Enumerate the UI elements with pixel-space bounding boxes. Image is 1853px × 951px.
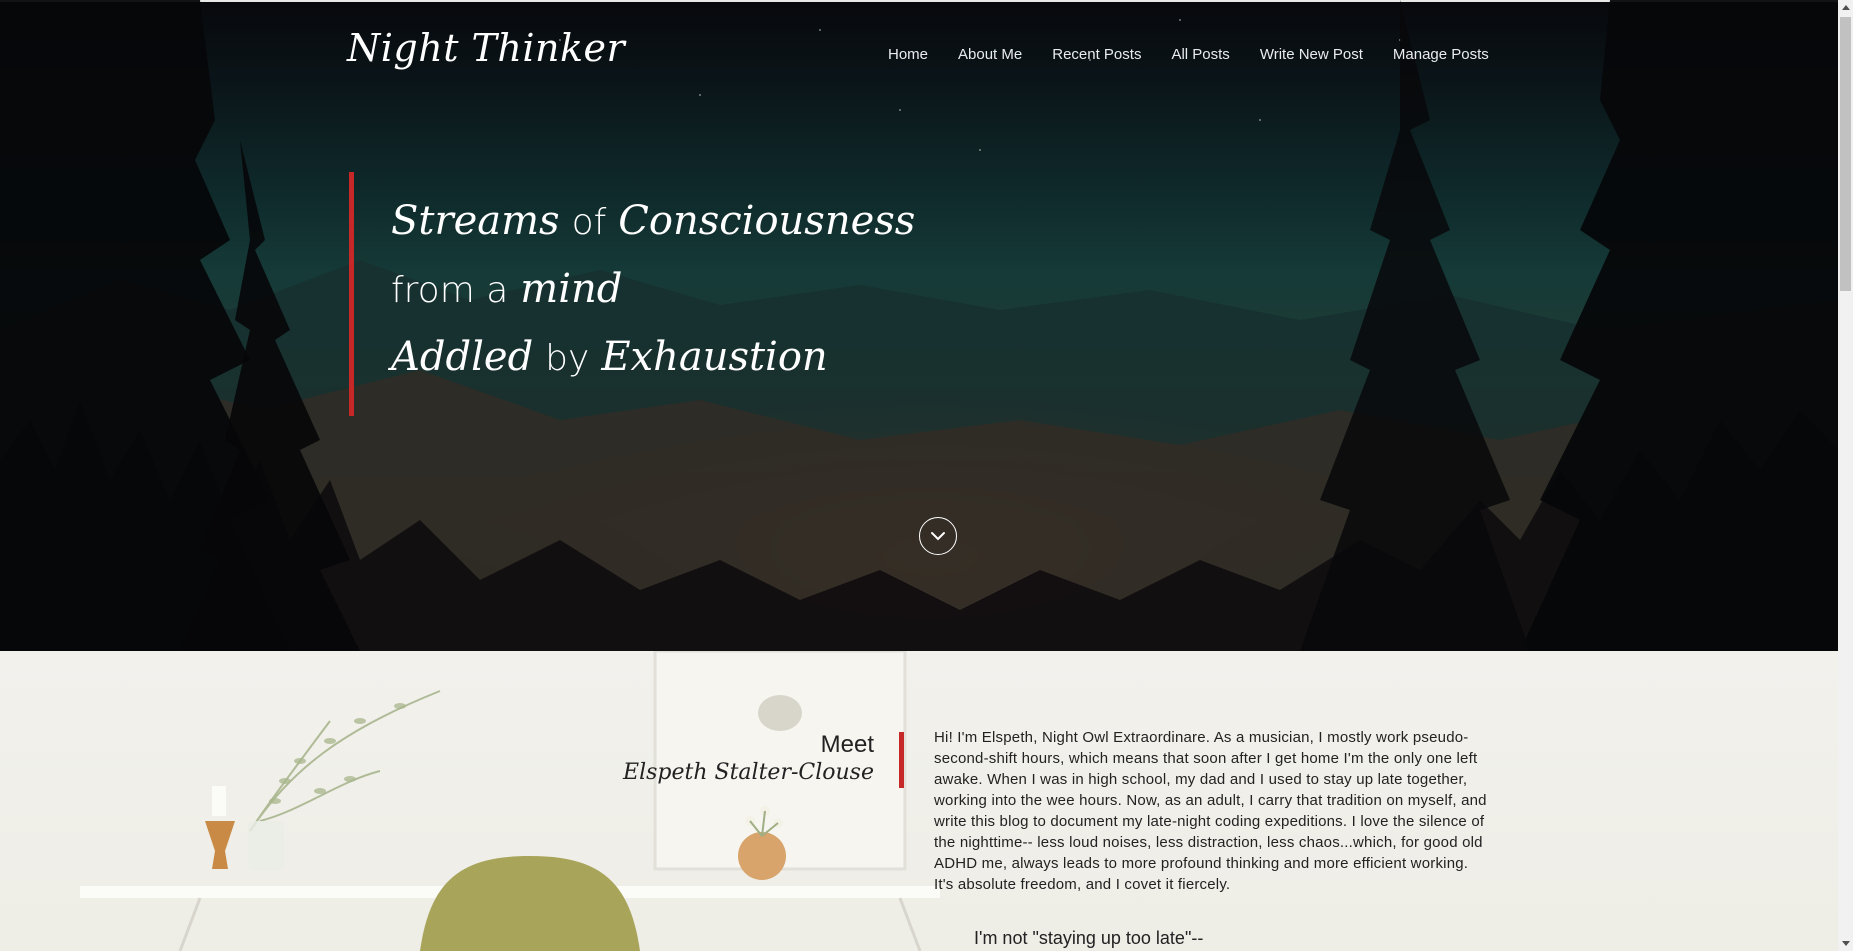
scrollbar-thumb[interactable] — [1840, 17, 1851, 291]
nav-all-posts[interactable]: All Posts — [1171, 46, 1229, 63]
nav-manage-posts[interactable]: Manage Posts — [1393, 46, 1489, 63]
tagline-word: Exhaustion — [601, 334, 828, 380]
hero-tagline: Streams of Consciousness from a mind Add… — [391, 198, 915, 402]
page-scrollbar[interactable] — [1838, 0, 1853, 951]
scroll-down-button[interactable] — [919, 517, 957, 555]
tagline-line-1: Streams of Consciousness — [391, 198, 915, 266]
nav-write-new-post[interactable]: Write New Post — [1260, 46, 1363, 63]
scroll-down-arrow[interactable] — [1838, 936, 1853, 951]
meet-heading: Meet Elspeth Stalter-Clouse — [623, 731, 874, 787]
tagline-word: of — [571, 202, 607, 243]
tagline-line-3: Addled by Exhaustion — [391, 334, 915, 402]
tagline-accent-bar — [349, 172, 354, 416]
hero-section: Night Thinker Home About Me Recent Posts… — [0, 0, 1838, 651]
tagline-word: Addled — [391, 334, 534, 380]
desk-background-image — [80, 651, 940, 951]
tagline-word: Streams — [391, 198, 560, 244]
nav-about-me[interactable]: About Me — [958, 46, 1022, 63]
meet-accent-bar — [899, 732, 904, 788]
triangle-down-icon — [1841, 941, 1850, 946]
tagline-word: mind — [520, 266, 623, 312]
author-name: Elspeth Stalter-Clouse — [623, 760, 874, 785]
tagline-word: from a — [391, 270, 509, 311]
scroll-up-arrow[interactable] — [1838, 0, 1853, 15]
tagline-line-2: from a mind — [391, 266, 915, 334]
triangle-up-icon — [1841, 5, 1850, 10]
nav-home[interactable]: Home — [888, 46, 928, 63]
forest-background — [0, 0, 1838, 651]
site-brand[interactable]: Night Thinker — [347, 26, 625, 70]
author-bio: Hi! I'm Elspeth, Night Owl Extraordinare… — [934, 729, 1487, 893]
nav-recent-posts[interactable]: Recent Posts — [1052, 46, 1141, 63]
chevron-down-icon — [931, 532, 945, 541]
main-nav: Home About Me Recent Posts All Posts Wri… — [888, 46, 1489, 63]
about-section: Meet Elspeth Stalter-Clouse Hi! I'm Elsp… — [0, 651, 1838, 951]
tagline-word: by — [545, 338, 590, 379]
tagline-word: Consciousness — [618, 198, 916, 244]
meet-label: Meet — [820, 731, 874, 758]
quote-text: I'm not "staying up too late"-- — [974, 928, 1204, 948]
